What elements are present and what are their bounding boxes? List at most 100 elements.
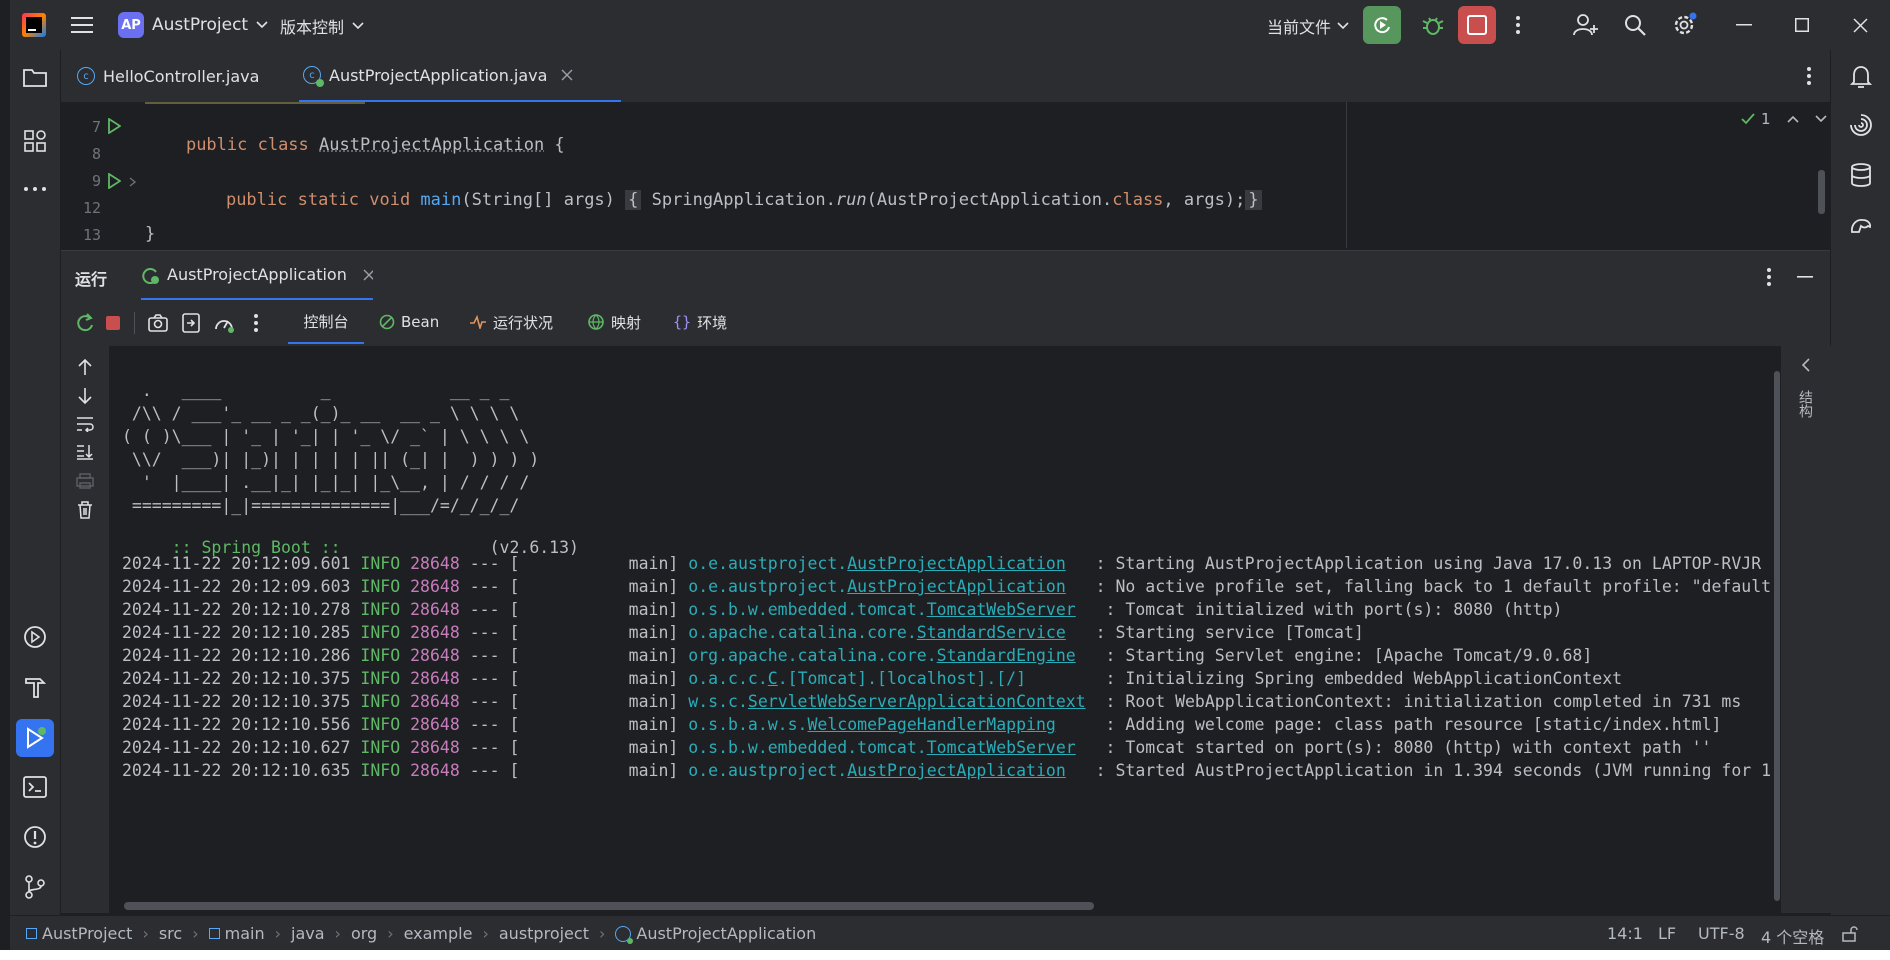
chevron-up-icon[interactable]	[1786, 115, 1799, 123]
tab-mappings[interactable]: 映射	[587, 300, 641, 344]
tab-bean[interactable]: Bean	[379, 300, 439, 344]
log-pid: 28648	[410, 715, 460, 734]
project-folder-icon[interactable]	[22, 64, 48, 90]
indent-setting[interactable]: 4 个空格	[1761, 924, 1824, 948]
settings-gear-icon[interactable]	[1672, 12, 1698, 38]
log-cls[interactable]: StandardService	[917, 623, 1066, 642]
chevron-left-icon[interactable]	[1801, 358, 1811, 372]
breadcrumb-item[interactable]: AustProjectApplication	[636, 924, 816, 943]
soft-wrap-icon[interactable]	[76, 416, 94, 432]
database-icon[interactable]	[1848, 162, 1874, 188]
log-cls[interactable]: WelcomePageHandlerMapping	[808, 715, 1056, 734]
breadcrumb-item[interactable]: src	[159, 924, 182, 943]
problems-icon[interactable]	[22, 824, 48, 850]
git-branch-icon[interactable]	[22, 874, 48, 900]
log-ts: 2024-11-22 20:12:10.635	[122, 761, 351, 780]
folded-region[interactable]: {	[625, 190, 642, 210]
services-icon[interactable]	[22, 624, 48, 650]
stop-button[interactable]	[1458, 6, 1496, 44]
run-options-icon[interactable]	[1761, 265, 1777, 289]
gradle-elephant-icon[interactable]	[1848, 212, 1874, 238]
close-run-tab-icon[interactable]	[363, 269, 373, 281]
breadcrumb-item[interactable]: austproject	[499, 924, 589, 943]
project-switcher[interactable]: AP AustProject	[118, 12, 268, 38]
log-thread: --- [ main]	[469, 738, 679, 757]
more-tools-icon[interactable]	[22, 176, 48, 202]
run-gutter-icon[interactable]	[107, 118, 121, 134]
file-encoding[interactable]: UTF-8	[1698, 924, 1745, 943]
breadcrumb-item[interactable]: org	[351, 924, 377, 943]
terminal-icon[interactable]	[22, 774, 48, 800]
tab-health[interactable]: 运行状况	[469, 300, 553, 344]
log-cls[interactable]: C	[768, 669, 778, 688]
search-icon[interactable]	[1622, 12, 1648, 38]
close-tab-icon[interactable]	[561, 69, 573, 81]
code-editor[interactable]: 7 8 9 12 13 public class AustProjectAppl…	[61, 102, 1830, 248]
run-gutter-icon[interactable]	[107, 173, 121, 189]
arrow-down-icon[interactable]	[77, 387, 93, 405]
breadcrumb-item[interactable]: main	[225, 924, 265, 943]
fold-chevron-icon[interactable]	[129, 177, 137, 187]
folded-region-end[interactable]: }	[1245, 190, 1262, 210]
log-cls[interactable]: ServletWebServerApplicationContext	[748, 692, 1086, 711]
console-output[interactable]: . ____ _ __ _ _ /\\ / ___'_ __ _ _(_)_ _…	[110, 346, 1780, 913]
structure-vertical-label[interactable]: 结构	[1795, 390, 1815, 418]
run-config-select[interactable]: 当前文件	[1267, 14, 1349, 38]
chevron-down-icon[interactable]	[1814, 115, 1827, 123]
log-msg: : Root WebApplicationContext: initializa…	[1105, 692, 1742, 711]
maximize-window-icon[interactable]	[1790, 14, 1814, 36]
breadcrumb-item[interactable]: example	[404, 924, 473, 943]
scroll-to-end-icon[interactable]	[76, 444, 94, 460]
add-user-icon[interactable]	[1572, 12, 1600, 38]
rerun-button[interactable]	[1363, 6, 1401, 44]
log-cls[interactable]: TomcatWebServer	[927, 600, 1076, 619]
close-window-icon[interactable]	[1848, 14, 1872, 36]
vcs-menu[interactable]: 版本控制	[280, 14, 364, 38]
profiler-gauge-icon[interactable]	[213, 313, 235, 333]
background-window-strip	[0, 950, 1890, 960]
breadcrumb-item[interactable]: java	[291, 924, 325, 943]
tab-console[interactable]: 控制台	[288, 300, 364, 344]
console-horizontal-scrollbar[interactable]	[124, 902, 1094, 910]
run-tab-aust-project-application[interactable]: AustProjectApplication	[141, 251, 373, 300]
structure-icon[interactable]	[22, 128, 48, 154]
tab-hello-controller[interactable]: c HelloController.java	[77, 50, 259, 102]
toolbar-divider	[134, 312, 135, 334]
more-actions-icon[interactable]	[1508, 12, 1528, 38]
restore-layout-icon[interactable]	[182, 313, 200, 333]
log-cls[interactable]: AustProjectApplication	[847, 554, 1066, 573]
notifications-bell-icon[interactable]	[1848, 64, 1874, 90]
print-icon[interactable]	[76, 473, 94, 489]
camera-icon[interactable]	[148, 314, 168, 332]
tab-aust-project-application[interactable]: c AustProjectApplication.java	[299, 50, 621, 102]
clear-trash-icon[interactable]	[77, 501, 93, 519]
arrow-up-icon[interactable]	[77, 358, 93, 376]
structure-side-panel: 结构	[1780, 346, 1831, 913]
build-hammer-icon[interactable]	[22, 674, 48, 700]
lock-open-icon[interactable]	[1842, 926, 1858, 942]
run-tool-icon[interactable]	[16, 719, 54, 757]
tab-options-icon[interactable]	[1801, 64, 1817, 88]
tab-environment[interactable]: {} 环境	[673, 300, 727, 344]
ai-assistant-icon[interactable]	[1848, 112, 1874, 138]
hide-panel-icon[interactable]	[1795, 265, 1815, 289]
main-menu-icon[interactable]	[70, 13, 94, 37]
log-msg: : Tomcat initialized with port(s): 8080 …	[1105, 600, 1563, 619]
breadcrumb-item[interactable]: AustProject	[42, 924, 132, 943]
app-logo-icon[interactable]	[22, 13, 46, 37]
log-cls[interactable]: TomcatWebServer	[927, 738, 1076, 757]
log-cls[interactable]: AustProjectApplication	[847, 761, 1066, 780]
minimize-window-icon[interactable]	[1732, 14, 1756, 36]
line-separator[interactable]: LF	[1658, 924, 1676, 943]
inspection-widget[interactable]: 1	[1741, 110, 1827, 128]
rerun-icon[interactable]	[75, 313, 95, 333]
more-toolbar-icon[interactable]	[254, 314, 258, 332]
log-cls[interactable]: AustProjectApplication	[847, 577, 1066, 596]
debug-button[interactable]	[1418, 10, 1448, 40]
cursor-position[interactable]: 14:1	[1607, 924, 1643, 943]
log-pkg: o.s.b.w.embedded.tomcat.	[688, 600, 927, 619]
log-msg: : Starting Servlet engine: [Apache Tomca…	[1105, 646, 1593, 665]
stop-icon[interactable]	[106, 316, 120, 330]
editor-scrollbar[interactable]	[1818, 170, 1825, 214]
log-cls[interactable]: StandardEngine	[937, 646, 1076, 665]
